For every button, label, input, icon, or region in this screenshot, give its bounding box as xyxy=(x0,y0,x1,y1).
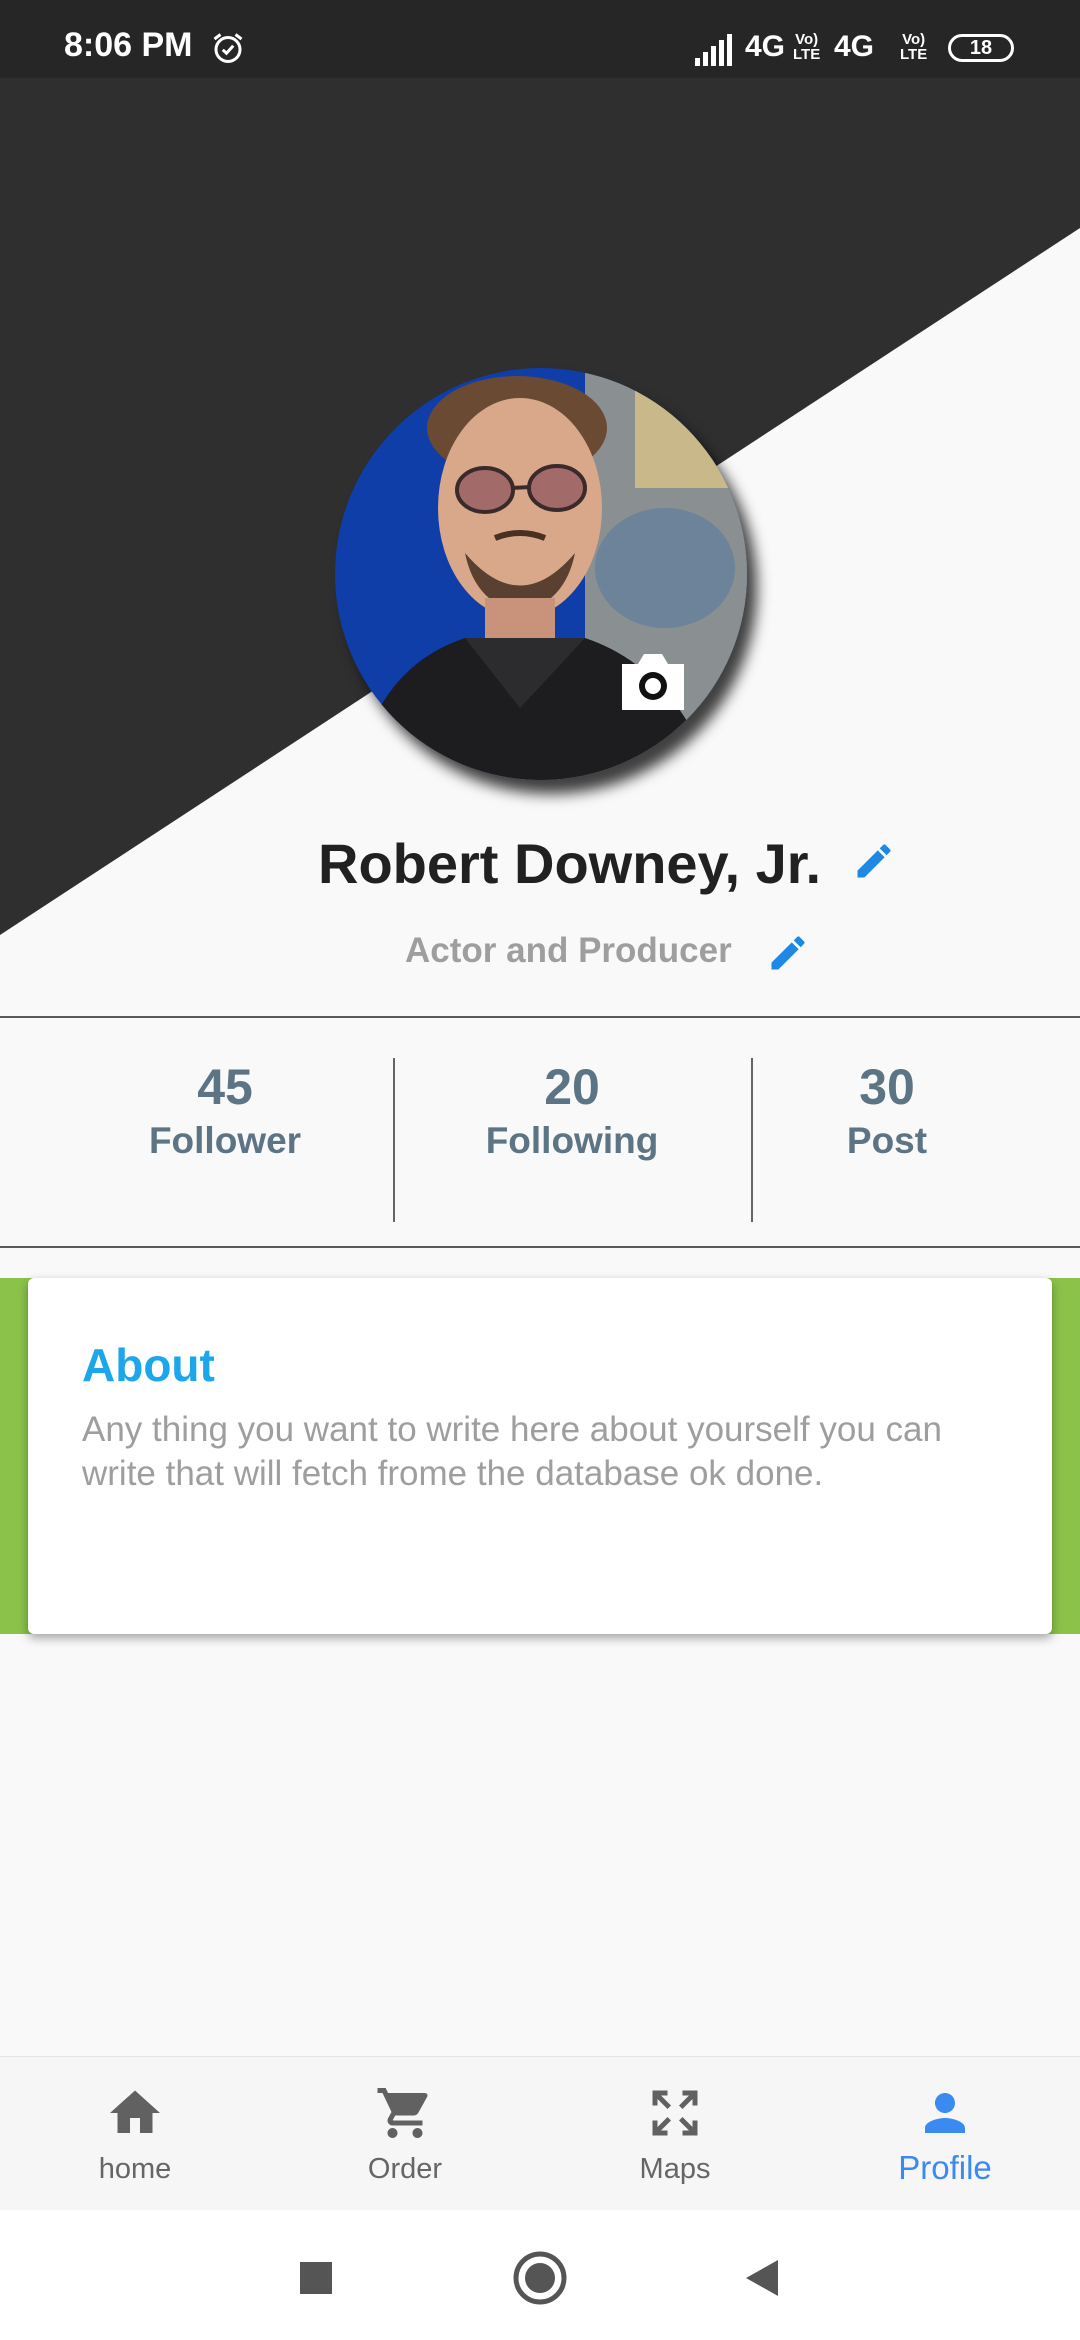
edit-icon[interactable] xyxy=(852,839,896,883)
volte-badge-1: Vo) LTE xyxy=(793,32,820,62)
about-title: About xyxy=(82,1339,215,1391)
stat-value: 45 xyxy=(197,1059,253,1115)
nav-label: Maps xyxy=(639,2153,711,2185)
cart-icon xyxy=(377,2088,428,2138)
home-button-icon[interactable] xyxy=(512,2250,568,2306)
nav-maps[interactable]: Maps xyxy=(540,2057,810,2211)
nav-order[interactable]: Order xyxy=(270,2057,540,2211)
stat-value: 30 xyxy=(859,1059,915,1115)
alarm-icon xyxy=(213,33,243,63)
about-text: Any thing you want to write here about y… xyxy=(82,1410,942,1493)
profile-role: Actor and Producer xyxy=(405,931,732,970)
fullscreen-icon xyxy=(652,2090,698,2136)
name-row: Robert Downey, Jr. xyxy=(0,825,1080,905)
nav-label: Order xyxy=(367,2153,443,2185)
nav-profile[interactable]: Profile xyxy=(810,2057,1080,2211)
back-icon[interactable] xyxy=(734,2250,790,2306)
role-row: Actor and Producer xyxy=(0,925,1080,981)
network-type-2: 4G xyxy=(834,30,875,63)
bottom-navigation: home Order Maps Profile xyxy=(0,2056,1080,2212)
stat-value: 20 xyxy=(544,1059,600,1115)
stat-divider xyxy=(393,1058,395,1222)
nav-label: Profile xyxy=(898,2149,992,2186)
signal-icon xyxy=(695,34,732,66)
profile-avatar[interactable] xyxy=(335,368,747,780)
stat-divider xyxy=(751,1058,753,1222)
stats-bar: 45 Follower 20 Following 30 Post xyxy=(0,1016,1080,1248)
battery-indicator: 18 xyxy=(948,34,1014,62)
system-navigation xyxy=(0,2210,1080,2340)
nav-home[interactable]: home xyxy=(0,2057,270,2211)
stat-following[interactable]: 20 Following xyxy=(472,1058,672,1166)
avatar-portrait xyxy=(335,368,747,780)
stat-label: Post xyxy=(846,1120,928,1161)
stat-label: Follower xyxy=(148,1120,302,1161)
volte-badge-2: Vo) LTE xyxy=(900,32,927,62)
edit-icon[interactable] xyxy=(766,931,810,975)
person-icon xyxy=(925,2093,965,2133)
status-bar: 8:06 PM 4G Vo) LTE 4G Vo) LTE 18 xyxy=(0,0,1080,78)
network-type-1: 4G xyxy=(745,30,786,63)
home-icon xyxy=(110,2090,160,2133)
stat-post[interactable]: 30 Post xyxy=(812,1058,962,1166)
recent-apps-icon[interactable] xyxy=(288,2250,344,2306)
volte-bottom-2: LTE xyxy=(900,46,928,63)
stat-label: Following xyxy=(485,1120,659,1161)
about-card: About Any thing you want to write here a… xyxy=(28,1278,1052,1634)
camera-icon[interactable] xyxy=(618,650,688,714)
volte-bottom-1: LTE xyxy=(793,46,821,63)
nav-label: home xyxy=(98,2153,172,2185)
status-time: 8:06 PM xyxy=(64,26,193,64)
profile-name: Robert Downey, Jr. xyxy=(318,832,822,895)
stat-follower[interactable]: 45 Follower xyxy=(130,1058,320,1166)
